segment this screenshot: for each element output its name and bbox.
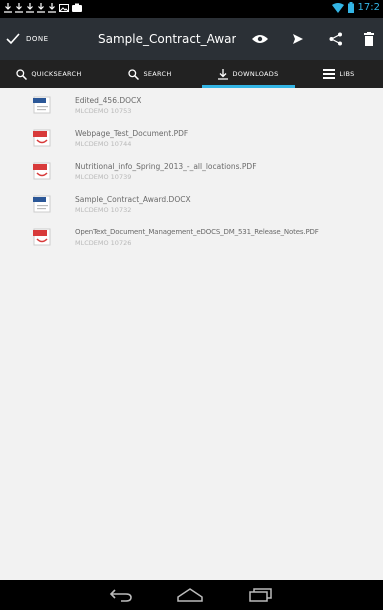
tab-libs[interactable]: LIBS — [295, 60, 383, 88]
image-icon — [59, 4, 69, 12]
back-button[interactable] — [101, 584, 141, 606]
recent-apps-button[interactable] — [241, 584, 281, 606]
share-button[interactable] — [319, 18, 353, 60]
list-item[interactable]: Nutritional_info_Spring_2013_-_all_locat… — [0, 154, 383, 187]
notification-icons — [4, 3, 82, 13]
list-item[interactable]: OpenText_Document_Management_eDOCS_DM_53… — [0, 220, 383, 253]
pdf-document-icon — [33, 129, 51, 147]
wifi-icon — [331, 2, 344, 13]
action-bar: DONE Sample_Contract_Awar... — [0, 18, 383, 60]
file-meta: MLCDEMO 10726 — [75, 239, 132, 247]
tab-bar: QUICKSEARCH SEARCH DOWNLOADS LIBS — [0, 60, 383, 88]
list-item[interactable]: Edited_456.DOCX MLCDEMO 10753 — [0, 88, 383, 121]
home-icon — [177, 588, 203, 602]
trash-icon — [364, 32, 374, 46]
list-item[interactable]: Sample_Contract_Award.DOCX MLCDEMO 10732 — [0, 187, 383, 220]
tab-downloads[interactable]: DOWNLOADS — [202, 60, 295, 88]
send-button[interactable] — [281, 18, 315, 60]
file-meta: MLCDEMO 10753 — [75, 107, 132, 115]
photo-icon — [72, 3, 82, 12]
status-bar: 17:2 — [0, 0, 383, 18]
word-document-icon — [33, 195, 51, 213]
checkmark-icon — [6, 33, 20, 45]
file-name: OpenText_Document_Management_eDOCS_DM_53… — [75, 228, 319, 236]
view-button[interactable] — [243, 18, 277, 60]
search-icon — [16, 68, 28, 80]
download-icon — [37, 3, 45, 13]
download-icon — [26, 3, 34, 13]
tab-label: SEARCH — [143, 70, 172, 78]
download-icon — [4, 3, 12, 13]
battery-icon — [347, 2, 354, 13]
file-name: Sample_Contract_Award.DOCX — [75, 195, 191, 204]
search-icon — [128, 68, 140, 80]
tab-label: LIBS — [339, 70, 355, 78]
recent-apps-icon — [249, 588, 272, 602]
document-list: Edited_456.DOCX MLCDEMO 10753 Webpage_Te… — [0, 88, 383, 253]
download-icon — [48, 3, 56, 13]
home-button[interactable] — [170, 584, 210, 606]
document-title: Sample_Contract_Awar... — [98, 32, 236, 46]
eye-icon — [252, 35, 268, 43]
clock: 17:2 — [357, 2, 380, 13]
file-meta: MLCDEMO 10739 — [75, 173, 132, 181]
file-meta: MLCDEMO 10732 — [75, 206, 132, 214]
list-icon — [323, 69, 336, 79]
delete-button[interactable] — [358, 18, 383, 60]
download-icon — [218, 68, 229, 80]
list-item[interactable]: Webpage_Test_Document.PDF MLCDEMO 10744 — [0, 121, 383, 154]
tab-label: DOWNLOADS — [232, 70, 279, 78]
download-icon — [15, 3, 23, 13]
file-name: Nutritional_info_Spring_2013_-_all_locat… — [75, 162, 257, 171]
tab-search[interactable]: SEARCH — [98, 60, 202, 88]
pdf-document-icon — [33, 228, 51, 246]
done-button[interactable]: DONE — [4, 18, 68, 60]
done-label: DONE — [26, 35, 49, 43]
tab-quicksearch[interactable]: QUICKSEARCH — [0, 60, 98, 88]
tab-label: QUICKSEARCH — [31, 70, 82, 78]
file-name: Edited_456.DOCX — [75, 96, 142, 105]
send-icon — [293, 34, 303, 44]
back-icon — [109, 589, 132, 602]
pdf-document-icon — [33, 162, 51, 180]
navigation-bar — [0, 580, 383, 610]
word-document-icon — [33, 96, 51, 114]
share-icon — [329, 32, 342, 46]
file-name: Webpage_Test_Document.PDF — [75, 129, 189, 138]
file-meta: MLCDEMO 10744 — [75, 140, 132, 148]
